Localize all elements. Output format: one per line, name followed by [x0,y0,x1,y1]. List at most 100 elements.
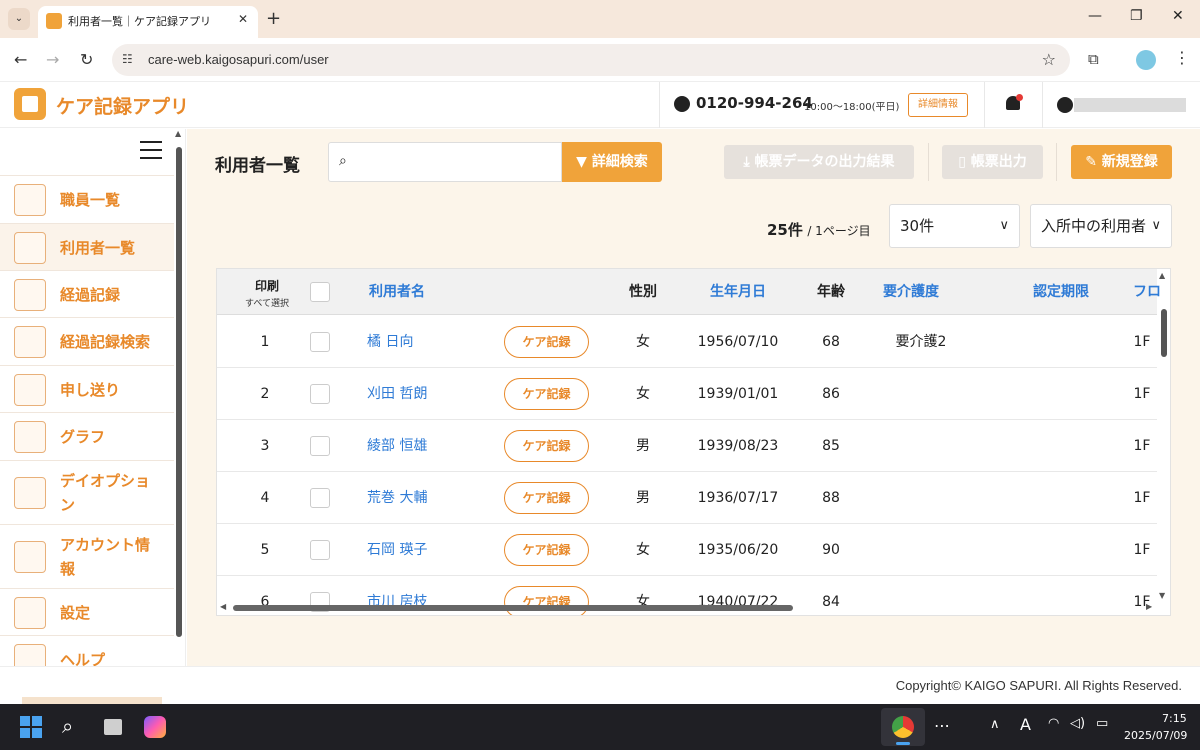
row-checkbox[interactable] [310,436,330,456]
new-register-button[interactable]: ✎ 新規登録 [1071,145,1172,179]
sidebar-scroll-up-icon[interactable]: ▲ [175,129,181,138]
report-output-button[interactable]: ▯ 帳票出力 [942,145,1043,179]
sidebar-item-handover[interactable]: 申し送り [0,365,174,412]
birthday-cell: 1935/06/20 [697,542,779,558]
search-icon[interactable]: ⌕ [62,714,73,738]
tray-chevron-up-icon[interactable]: ∧ [990,717,1000,732]
sidebar-item-users[interactable]: 利用者一覧 [0,223,174,270]
per-page-select[interactable]: 30件 ∨ [889,204,1020,248]
sidebar-scrollbar[interactable] [176,147,182,637]
battery-icon[interactable]: ▭ [1096,716,1108,731]
close-tab-icon[interactable]: ✕ [238,12,248,26]
users-table: 印刷 すべて選択 利用者名 性別 生年月日 年齢 要介護度 認定期限 フロ 1 … [216,268,1171,616]
ime-icon[interactable]: A [1020,715,1031,734]
new-tab-icon[interactable]: + [266,8,281,29]
search-input[interactable]: ⌕ [328,142,562,182]
table-scroll-right-icon[interactable]: ▶ [1146,602,1152,611]
advanced-search-button[interactable]: ▼ 詳細検索 [562,142,662,182]
sidebar-item-graph[interactable]: グラフ [0,412,174,460]
row-checkbox[interactable] [310,488,330,508]
app-name[interactable]: ケア記録アプリ [56,92,189,119]
extensions-icon[interactable]: ⧉ [1088,50,1099,68]
report-output-label: 帳票出力 [970,154,1027,170]
care-record-button[interactable]: ケア記録 [504,586,589,615]
sidebar-item-help[interactable]: ヘルプ [0,635,174,666]
chrome-taskbar-button[interactable] [881,708,925,746]
profile-avatar[interactable] [1136,50,1156,70]
browser-tab[interactable]: 利用者一覧｜ケア記録アプリ ✕ [38,6,258,38]
care-record-button[interactable]: ケア記録 [504,378,589,410]
reload-icon[interactable]: ↻ [80,50,93,69]
table-scroll-down-icon[interactable]: ▼ [1159,591,1165,600]
select-all-checkbox[interactable] [310,282,330,302]
table-row[interactable]: 1 橘 日向 ケア記録 女 1956/07/10 68 要介護2 1F [217,316,1157,368]
table-vertical-scrollbar[interactable] [1161,309,1167,357]
row-checkbox[interactable] [310,332,330,352]
bookmark-star-icon[interactable]: ☆ [1042,50,1056,69]
sidebar-item-settings[interactable]: 設定 [0,588,174,635]
windows-start-icon[interactable] [20,716,42,738]
table-row[interactable]: 5 石岡 瑛子 ケア記録 女 1935/06/20 90 1F [217,524,1157,576]
user-name-link[interactable]: 荒巻 大輔 [367,472,487,524]
sidebar-item-staff[interactable]: 職員一覧 [0,175,174,223]
gender-cell: 男 [636,490,650,506]
site-settings-icon[interactable]: ☷ [122,52,133,66]
resident-filter-select[interactable]: 入所中の利用者 ∨ [1030,204,1172,248]
detail-info-button[interactable]: 詳細情報 [908,93,968,117]
row-number: 2 [260,386,270,402]
support-phone-icon [674,96,690,112]
url-field[interactable]: ☷ care-web.kaigosapuri.com/user ☆ [112,44,1070,76]
close-window-icon[interactable]: ✕ [1172,8,1184,24]
sidebar-item-account[interactable]: アカウント情報 [0,524,174,588]
more-apps-icon[interactable]: ⋯ [934,716,950,735]
browser-menu-icon[interactable]: ⋮ [1174,48,1190,67]
minimize-icon[interactable]: — [1088,8,1102,24]
graph-icon [14,421,46,453]
sidebar-item-day-option[interactable]: デイオプション [0,460,174,524]
table-row[interactable]: 2 刈田 哲朗 ケア記録 女 1939/01/01 86 1F [217,368,1157,420]
table-scroll-up-icon[interactable]: ▲ [1159,271,1165,280]
user-name-link[interactable]: 石岡 瑛子 [367,524,487,576]
favicon-icon [46,13,62,29]
care-level-column-header[interactable]: 要介護度 [873,269,949,315]
birthday-column-header[interactable]: 生年月日 [693,269,783,315]
user-account-icon[interactable] [1057,97,1073,113]
volume-icon[interactable]: ◁) [1070,716,1085,731]
divider [928,143,929,181]
user-name-link[interactable]: 橘 日向 [367,316,487,368]
care-record-button[interactable]: ケア記録 [504,534,589,566]
app-logo-icon[interactable] [14,88,46,120]
wifi-icon[interactable]: ◠ [1048,716,1059,731]
table-row[interactable]: 4 荒巻 大輔 ケア記録 男 1936/07/17 88 1F [217,472,1157,524]
restore-icon[interactable]: ❐ [1130,8,1143,24]
forward-icon[interactable]: → [46,50,59,69]
divider [1056,143,1057,181]
task-view-icon[interactable] [104,719,122,735]
table-horizontal-scrollbar[interactable] [233,605,793,611]
user-name-link[interactable]: 綾部 恒雄 [367,420,487,472]
care-record-button[interactable]: ケア記録 [504,430,589,462]
report-result-button[interactable]: ⤓ 帳票データの出力結果 [724,145,914,179]
user-name-redacted[interactable] [1074,98,1186,112]
clock-time[interactable]: 7:15 [1162,712,1187,725]
sidebar-item-record-search[interactable]: 経過記録検索 [0,317,174,365]
table-row[interactable]: 3 綾部 恒雄 ケア記録 男 1939/08/23 85 1F [217,420,1157,472]
name-column-header[interactable]: 利用者名 [357,269,437,315]
sidebar-item-label: グラフ [60,428,106,446]
row-checkbox[interactable] [310,384,330,404]
record-search-icon [14,326,46,358]
bus-icon [14,477,46,509]
user-name-link[interactable]: 刈田 哲朗 [367,368,487,420]
copilot-icon[interactable] [144,716,166,738]
notification-bell-icon[interactable] [1004,94,1023,112]
back-icon[interactable]: ← [14,50,27,69]
row-checkbox[interactable] [310,540,330,560]
tab-list-icon[interactable]: ⌄ [8,8,30,30]
care-record-button[interactable]: ケア記録 [504,326,589,358]
clock-date[interactable]: 2025/07/09 [1124,729,1187,742]
sidebar-item-records[interactable]: 経過記録 [0,270,174,317]
care-record-button[interactable]: ケア記録 [504,482,589,514]
table-scroll-left-icon[interactable]: ◀ [220,602,226,611]
cert-period-column-header[interactable]: 認定期限 [1023,269,1099,315]
hamburger-menu-icon[interactable] [140,141,162,159]
